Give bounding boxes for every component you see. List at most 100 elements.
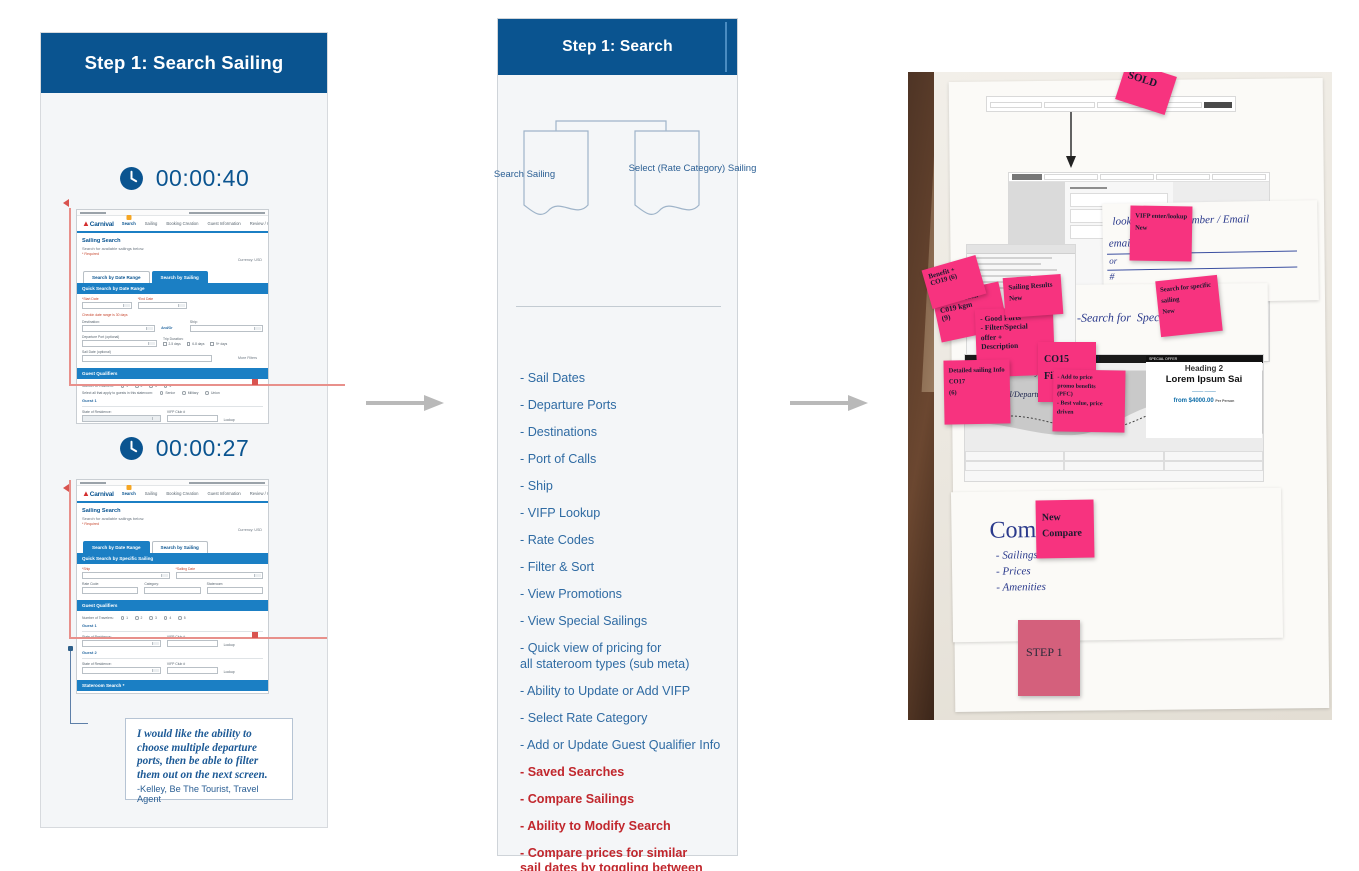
clock-icon [119,167,143,190]
wf2-trav-2[interactable]: 2 [135,616,142,620]
left-panel: Step 1: Search Sailing 00:00:40 ▲Carniva… [40,32,328,828]
wf1-dur-6-8[interactable]: 6-8 days [186,342,204,346]
wf1-qual-military[interactable]: Military [182,391,198,395]
wf2-nav-review[interactable]: Review / Confirm [250,491,268,496]
detail-table-2 [965,461,1263,471]
connector-red-arrow-1 [63,199,69,207]
wf2-currency[interactable]: Currency: USD [238,528,262,532]
requirement-item: - Add or Update Guest Qualifier Info [520,737,721,752]
wf2-nav-booking[interactable]: Booking Creation [166,491,198,496]
wf2-trav-1[interactable]: 1 [120,616,128,620]
wf1-label-start: *Start Date [82,297,99,301]
detail-table [965,451,1263,461]
wf1-select-state-1[interactable] [82,415,161,422]
quote-callout: I would like the ability to choose multi… [125,718,293,804]
wf1-qual-union[interactable]: Union [205,391,220,395]
results-field-depart [1100,174,1154,180]
wf2-lookup-1[interactable]: Lookup [224,643,263,647]
requirement-item: - Port of Calls [520,452,597,466]
wf1-logo: ▲Carnival [82,219,114,228]
wf1-select-ship[interactable] [189,325,263,332]
wf1-nav: ▲Carnival Search Sailing Booking Creatio… [77,216,268,233]
wf2-trav-3[interactable]: 3 [149,616,157,620]
results-field-date [1156,174,1210,180]
wf2-select-state-2[interactable] [82,667,161,674]
wf1-select-port[interactable] [82,340,157,347]
connector-red-arrow-2 [63,484,69,492]
wf1-label-destination: Destination: [82,320,100,324]
wf1-dur-2-5[interactable]: 2-5 days [163,342,181,346]
wf2-nav-guest[interactable]: Guest Information [207,491,240,496]
wf1-label-port: Departure Port (optional) [82,335,120,339]
wf2-form: *Ship *Sailing Date Rate Code: Category: [77,564,268,600]
requirement-item-highlighted: - Compare prices for similar sail dates … [520,845,703,871]
wf1-label-ship: Ship: [189,320,198,324]
wf1-currency[interactable]: Currency: USD [238,258,262,262]
wf1-input-start[interactable] [82,302,132,309]
flow-diagram-svg [523,120,700,215]
wf2-input-rate-code[interactable] [82,587,139,594]
results-field-duration [1212,174,1266,180]
wf2-select-state-1[interactable] [82,640,161,647]
wf2-tab-sailing[interactable]: Search by Sailing [151,541,208,553]
wf1-tab-sailing[interactable]: Search by Sailing [151,271,208,283]
wireframe-thumb-search-by-date-range[interactable]: ▲Carnival Search Sailing Booking Creatio… [76,209,269,424]
wf2-trav-5[interactable]: 5 [178,616,186,620]
promo-subtitle: ____ ____ [1192,387,1216,393]
wf1-qual-senior[interactable]: Senior [159,391,175,395]
wf1-input-sailopt[interactable] [82,355,213,362]
wf2-nav-search[interactable]: Search [122,491,136,496]
ink-sailings: - Sailings [995,549,1038,562]
wf1-tab-date-range[interactable]: Search by Date Range [83,271,150,283]
wf1-label-qualifiers: Select all that apply to guests in this … [82,391,153,395]
wf1-nav-booking[interactable]: Booking Creation [166,221,198,226]
ink-amenities: - Amenities [996,580,1046,594]
wf2-select-ship[interactable] [82,572,170,579]
sticky-note-specific-sailing-new-text: Search for specific sailing New [1159,281,1212,316]
flow-arrow-1 [366,395,444,411]
wf2-util-links [189,481,265,484]
wf2-nav-sailing[interactable]: Sailing [145,491,158,496]
wf1-guest-1: Guest 1 [82,398,97,403]
filter-heading [1070,187,1108,189]
wf1-input-end[interactable] [137,302,188,309]
wf2-travelers: Number of Travelers: 1 2 3 4 5 [82,616,263,620]
requirement-item: - Quick view of pricing for all stateroo… [520,641,690,671]
wf1-nav-search[interactable]: Search [122,221,136,226]
wf1-dur-9[interactable]: 9+ days [210,342,227,346]
timer-2-value: 00:00:27 [155,435,250,461]
wf1-select-destination[interactable] [82,325,156,332]
connector-blue-node [68,646,73,651]
wf2-trav-4[interactable]: 4 [163,616,171,620]
wf1-lookup-1[interactable]: Lookup [224,418,263,422]
wf2-input-vifp-1[interactable] [166,640,218,647]
wf2-select-sailing-date[interactable] [175,572,263,579]
wf2-input-vifp-2[interactable] [166,667,218,674]
wf1-nav-guest[interactable]: Guest Information [207,221,240,226]
wf2-label-vifp-2: VIFP Club # [166,662,186,666]
wf1-input-vifp-1[interactable] [166,415,218,422]
wf2-tab-date-range[interactable]: Search by Date Range [83,541,150,553]
wf1-tabs: Search by Date Range Search by Sailing [83,271,268,283]
wf2-input-category[interactable] [144,587,201,594]
flow-node-select-rate-category[interactable]: Select (Rate Category) Sailing [573,163,812,175]
wireframe-thumb-search-by-sailing[interactable]: ▲Carnival Search Sailing Booking Creatio… [76,479,269,694]
slide-canvas: Step 1: Search Sailing 00:00:40 ▲Carniva… [0,0,1359,871]
table-edge-wood [908,72,936,720]
pointer-arrow-down-icon [1066,112,1076,168]
left-panel-header: Step 1: Search Sailing [41,33,327,93]
connector-red-node-2 [252,632,258,638]
wf1-nav-sailing[interactable]: Sailing [145,221,158,226]
promo-price: from $4000.00 Per Person [1173,398,1235,404]
wf2-lookup-2[interactable]: Lookup [224,670,263,674]
wf1-label-end: *End Date [137,297,154,301]
sticky-note-sailing-results: Sailing Results New [1002,274,1064,318]
wf1-nav-review[interactable]: Review / Confirm [250,221,268,226]
wf1-more-filters[interactable]: More Filters [238,356,257,360]
wf2-nav: ▲Carnival Search Sailing Booking Creatio… [77,486,268,503]
quote-text: I would like the ability to choose multi… [137,728,268,781]
wf2-guest-2: Guest 2 [82,650,97,655]
requirement-item: - Select Rate Category [520,710,648,725]
requirement-item: - Destinations [520,425,597,439]
wf2-input-stateroom[interactable] [206,587,263,594]
